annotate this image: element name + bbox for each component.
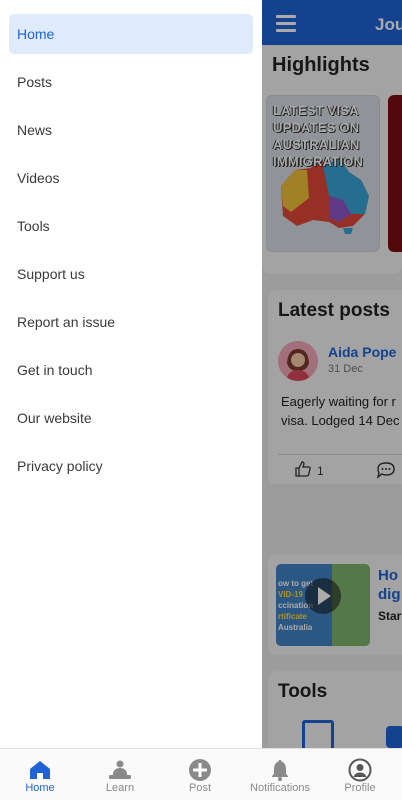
drawer-item-our-website[interactable]: Our website [9, 398, 253, 438]
tab-profile[interactable]: Profile [320, 749, 400, 800]
drawer-item-home[interactable]: Home [9, 14, 253, 54]
drawer-item-get-in-touch[interactable]: Get in touch [9, 350, 253, 390]
tab-notifications[interactable]: Notifications [240, 749, 320, 800]
tab-label: Home [25, 782, 55, 794]
tab-label: Learn [105, 782, 135, 794]
drawer-item-posts[interactable]: Posts [9, 62, 253, 102]
drawer-item-privacy-policy[interactable]: Privacy policy [9, 446, 253, 486]
post-plus-icon [189, 759, 211, 781]
bottom-tab-bar: Home Learn Post Notifications Profile [0, 748, 402, 800]
home-icon [30, 761, 50, 779]
drawer-item-report-issue[interactable]: Report an issue [9, 302, 253, 342]
drawer-item-support-us[interactable]: Support us [9, 254, 253, 294]
tab-learn[interactable]: Learn [80, 749, 160, 800]
drawer-item-news[interactable]: News [9, 110, 253, 150]
drawer-item-tools[interactable]: Tools [9, 206, 253, 246]
tab-label: Notifications [250, 782, 310, 794]
tab-home[interactable]: Home [0, 749, 80, 800]
tab-label: Post [188, 782, 211, 794]
learn-icon [109, 760, 131, 779]
tab-post[interactable]: Post [160, 749, 240, 800]
drawer-item-videos[interactable]: Videos [9, 158, 253, 198]
tab-label: Profile [344, 782, 376, 794]
navigation-drawer: Home Posts News Videos Tools Support us … [0, 0, 262, 748]
bell-icon [272, 760, 288, 781]
profile-icon [348, 758, 372, 782]
